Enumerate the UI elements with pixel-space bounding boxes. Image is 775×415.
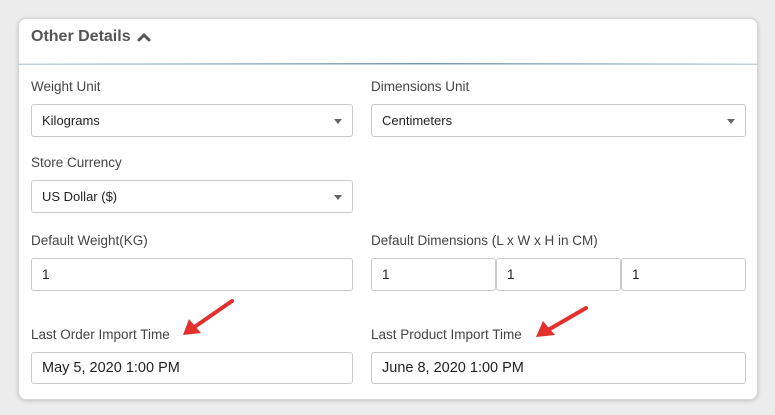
- last-product-import-label: Last Product Import Time: [371, 327, 522, 342]
- section-title-text: Other Details: [31, 28, 131, 45]
- annotation-arrow-icon: [183, 299, 234, 335]
- dimension-length-input[interactable]: 1: [371, 258, 496, 291]
- weight-unit-label: Weight Unit: [31, 79, 101, 94]
- header-divider: [19, 63, 757, 64]
- weight-unit-select[interactable]: Kilograms: [31, 104, 353, 137]
- store-currency-value: US Dollar ($): [42, 189, 118, 204]
- section-header[interactable]: Other Details: [19, 19, 757, 65]
- last-order-import-value: May 5, 2020 1:00 PM: [42, 360, 180, 376]
- dropdown-caret-icon: [334, 194, 342, 200]
- dropdown-caret-icon: [334, 118, 342, 124]
- default-weight-input[interactable]: 1: [31, 258, 353, 291]
- default-dimensions-label: Default Dimensions (L x W x H in CM): [371, 233, 598, 248]
- dimensions-unit-label: Dimensions Unit: [371, 79, 470, 94]
- dimension-width-input[interactable]: 1: [496, 258, 621, 291]
- default-weight-label: Default Weight(KG): [31, 233, 148, 248]
- other-details-panel: Other Details Weight Unit Kilograms Dime…: [18, 18, 758, 400]
- store-currency-label: Store Currency: [31, 155, 122, 170]
- last-product-import-input[interactable]: June 8, 2020 1:00 PM: [371, 352, 746, 384]
- dropdown-caret-icon: [727, 118, 735, 124]
- dimensions-unit-select[interactable]: Centimeters: [371, 104, 746, 137]
- weight-unit-value: Kilograms: [42, 113, 100, 128]
- last-order-import-input[interactable]: May 5, 2020 1:00 PM: [31, 352, 353, 384]
- dimensions-unit-value: Centimeters: [382, 113, 453, 128]
- section-title[interactable]: Other Details: [31, 28, 151, 46]
- annotation-arrow-icon: [536, 306, 588, 337]
- store-currency-select[interactable]: US Dollar ($): [31, 180, 353, 213]
- last-product-import-value: June 8, 2020 1:00 PM: [382, 360, 524, 376]
- chevron-up-icon[interactable]: [137, 32, 151, 42]
- default-weight-value: 1: [42, 267, 50, 282]
- dimension-height-value: 1: [632, 267, 640, 282]
- dimension-height-input[interactable]: 1: [621, 258, 746, 291]
- dimension-length-value: 1: [382, 267, 390, 282]
- dimension-width-value: 1: [507, 267, 515, 282]
- last-order-import-label: Last Order Import Time: [31, 327, 170, 342]
